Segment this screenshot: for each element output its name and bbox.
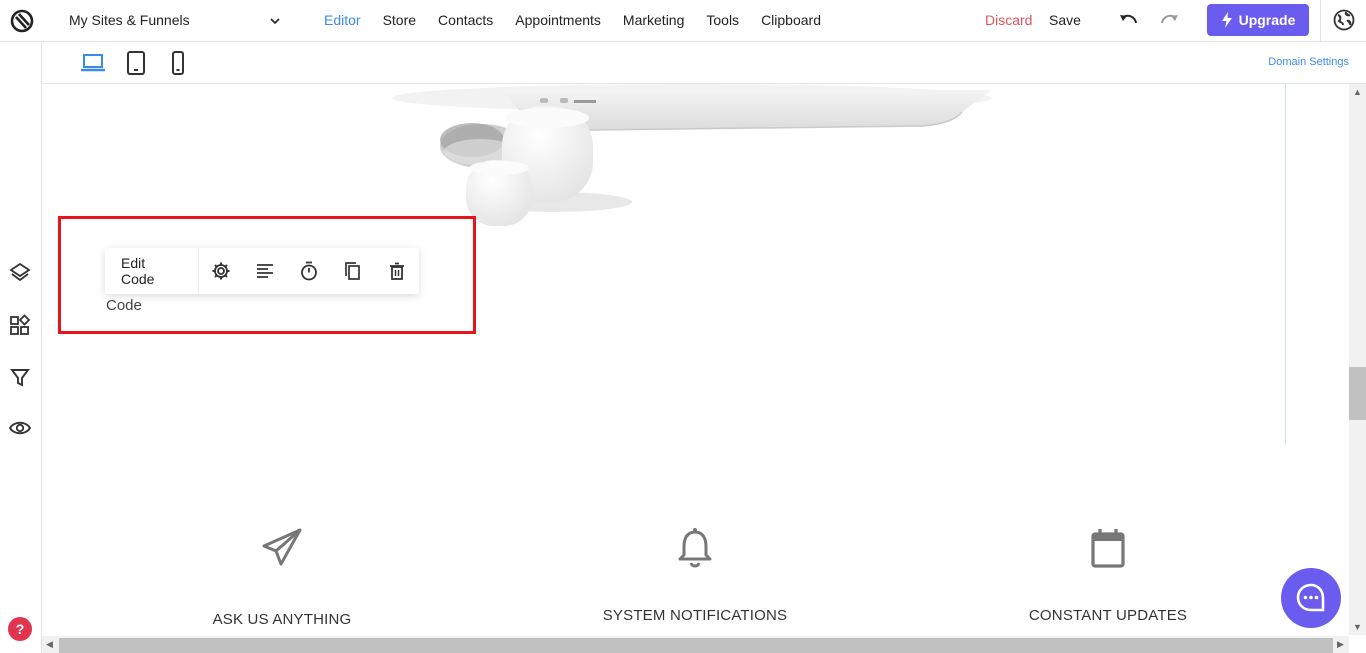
trash-icon[interactable] — [375, 248, 419, 294]
feature-label: CONSTANT UPDATES — [1028, 607, 1188, 624]
feature-updates: CONSTANT UPDATES — [1008, 526, 1208, 624]
edit-code-button[interactable]: Edit Code — [105, 248, 200, 294]
upgrade-button[interactable]: Upgrade — [1207, 4, 1309, 36]
calendar-icon — [1091, 529, 1125, 568]
eye-icon[interactable] — [9, 417, 31, 439]
domain-settings-link[interactable]: Domain Settings — [1268, 56, 1349, 68]
duplicate-icon[interactable] — [331, 248, 375, 294]
nav-marketing[interactable]: Marketing — [623, 12, 684, 28]
mobile-icon[interactable] — [165, 51, 191, 75]
main-nav: Editor Store Contacts Appointments Marke… — [324, 12, 843, 28]
scroll-right-icon[interactable]: ▶ — [1337, 639, 1344, 650]
site-selector[interactable]: My Sites & Funnels — [69, 12, 190, 28]
scroll-left-icon[interactable]: ◀ — [46, 639, 53, 650]
tablet-icon[interactable] — [123, 51, 149, 75]
nav-tools[interactable]: Tools — [706, 12, 739, 28]
divider — [1320, 0, 1321, 42]
nav-appointments[interactable]: Appointments — [515, 12, 601, 28]
nav-contacts[interactable]: Contacts — [438, 12, 493, 28]
feature-label: SYSTEM NOTIFICATIONS — [602, 607, 788, 624]
brand-logo-icon[interactable] — [10, 9, 34, 33]
widgets-icon[interactable] — [9, 314, 31, 336]
lightning-icon — [1221, 12, 1232, 28]
horizontal-scroll-thumb[interactable] — [59, 638, 1333, 653]
feature-ask: ASK US ANYTHING — [182, 526, 382, 628]
gear-icon[interactable] — [199, 248, 243, 294]
chevron-down-icon[interactable] — [268, 14, 282, 28]
layers-icon[interactable] — [9, 261, 31, 283]
paper-plane-icon — [262, 528, 302, 566]
vertical-scroll-thumb[interactable] — [1349, 367, 1366, 420]
globe-icon[interactable] — [1333, 9, 1355, 31]
scroll-up-icon[interactable]: ▲ — [1353, 87, 1362, 97]
editor-canvas[interactable]: Edit Code Code ASK US ANYTHING SYSTEM NO… — [42, 84, 1349, 635]
help-button[interactable]: ? — [8, 617, 32, 641]
chat-icon — [1296, 583, 1325, 612]
upgrade-label: Upgrade — [1238, 12, 1296, 28]
bell-icon — [678, 528, 712, 568]
device-bar: Domain Settings — [42, 42, 1366, 84]
timer-icon[interactable] — [287, 248, 331, 294]
discard-button[interactable]: Discard — [985, 12, 1032, 28]
feature-label: ASK US ANYTHING — [212, 611, 352, 628]
top-bar: My Sites & Funnels Editor Store Contacts… — [0, 0, 1366, 42]
left-sidebar — [0, 42, 42, 653]
hero-product-image — [392, 84, 992, 226]
undo-icon[interactable] — [1117, 11, 1139, 31]
nav-clipboard[interactable]: Clipboard — [761, 12, 821, 28]
scroll-down-icon[interactable]: ▼ — [1353, 622, 1362, 632]
filter-icon[interactable] — [9, 366, 31, 388]
guide-line — [1285, 84, 1286, 446]
desktop-icon[interactable] — [80, 51, 106, 75]
redo-icon[interactable] — [1159, 11, 1181, 31]
chat-widget-button[interactable] — [1281, 568, 1341, 628]
nav-editor[interactable]: Editor — [324, 12, 361, 28]
nav-store[interactable]: Store — [383, 12, 416, 28]
save-button[interactable]: Save — [1049, 12, 1081, 28]
code-element-label[interactable]: Code — [106, 297, 142, 314]
feature-notifications: SYSTEM NOTIFICATIONS — [595, 526, 795, 624]
align-icon[interactable] — [243, 248, 287, 294]
vertical-scrollbar[interactable] — [1349, 84, 1366, 635]
element-toolbar: Edit Code — [105, 248, 419, 294]
